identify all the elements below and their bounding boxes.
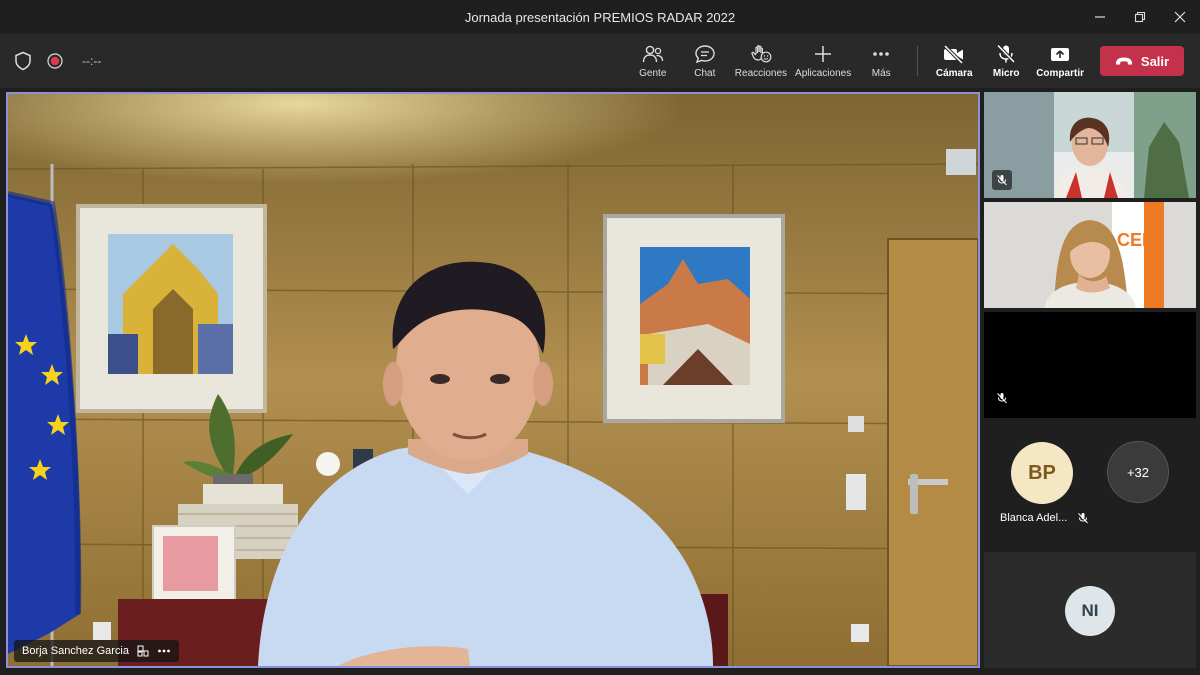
- meeting-timer: --:--: [82, 54, 102, 68]
- mic-off-icon: [997, 393, 1007, 404]
- speaker-video-feed: [8, 94, 978, 666]
- mic-off-icon: [996, 43, 1016, 63]
- toolbar-right: Gente Chat Reacciones Aplicaciones Más C…: [627, 34, 1184, 88]
- title-bar: Jornada presentación PREMIOS RADAR 2022: [0, 0, 1200, 34]
- shield-icon[interactable]: [14, 51, 32, 71]
- participant-name: Blanca Adel...: [1000, 512, 1068, 524]
- share-icon: [1051, 47, 1070, 61]
- camera-off-icon: [943, 44, 964, 64]
- participant-tile[interactable]: CEEI: [984, 202, 1196, 308]
- apps-button[interactable]: Aplicaciones: [791, 34, 855, 88]
- window-controls: [1080, 0, 1200, 34]
- plus-icon: [815, 45, 832, 62]
- window-title: Jornada presentación PREMIOS RADAR 2022: [464, 9, 736, 25]
- reactions-icon: [751, 44, 772, 62]
- recording-icon: [47, 53, 63, 69]
- avatar: NI: [1065, 586, 1115, 636]
- minimize-button[interactable]: [1080, 0, 1120, 34]
- chat-button[interactable]: Chat: [679, 34, 731, 88]
- speaker-name-tag: Borja Sanchez Garcia: [14, 640, 179, 662]
- chat-label: Chat: [694, 67, 716, 79]
- more-participants-button[interactable]: +32: [1107, 441, 1169, 503]
- mic-off-icon: [997, 175, 1007, 186]
- people-icon: [642, 45, 663, 62]
- toolbar-left: --:--: [14, 34, 101, 88]
- hang-up-icon: [1115, 57, 1132, 65]
- reactions-button[interactable]: Reacciones: [731, 34, 791, 88]
- share-label: Compartir: [1036, 67, 1084, 79]
- camera-label: Cámara: [935, 67, 973, 79]
- toolbar-divider: [917, 46, 919, 76]
- more-participants-count: +32: [1126, 464, 1150, 480]
- participant-muted-indicator: [992, 388, 1012, 408]
- restore-icon: [1134, 11, 1146, 23]
- people-button[interactable]: Gente: [627, 34, 679, 88]
- leave-button[interactable]: Salir: [1100, 46, 1184, 76]
- leave-label: Salir: [1140, 53, 1170, 69]
- more-options-icon[interactable]: [157, 645, 171, 657]
- more-button[interactable]: Más: [855, 34, 907, 88]
- meeting-toolbar: --:-- Gente Chat Reacciones Aplicaciones…: [0, 34, 1200, 88]
- mic-off-icon: [1078, 513, 1089, 524]
- participant-tile[interactable]: [984, 312, 1196, 418]
- participant-tile[interactable]: NI: [984, 552, 1196, 668]
- participant-video-feed: CEEI: [984, 202, 1196, 308]
- close-icon: [1174, 11, 1186, 23]
- participant-muted-indicator: [992, 170, 1012, 190]
- speaker-name: Borja Sanchez Garcia: [22, 645, 129, 657]
- close-button[interactable]: [1160, 0, 1200, 34]
- more-icon: [873, 51, 890, 56]
- chat-icon: [695, 44, 715, 63]
- mic-button[interactable]: Micro: [980, 34, 1032, 88]
- reactions-label: Reacciones: [734, 67, 788, 79]
- avatar-initials: BP: [1028, 461, 1056, 484]
- more-label: Más: [871, 67, 891, 79]
- pin-screen-icon[interactable]: [137, 645, 149, 657]
- apps-label: Aplicaciones: [795, 67, 852, 79]
- share-button[interactable]: Compartir: [1032, 34, 1088, 88]
- participant-avatar-row: BP Blanca Adel... +32: [984, 422, 1196, 548]
- people-label: Gente: [639, 67, 667, 79]
- participant-tile[interactable]: [984, 92, 1196, 198]
- svg-text:CEEI: CEEI: [1117, 230, 1159, 250]
- avatar-initials: NI: [1081, 601, 1099, 620]
- restore-button[interactable]: [1120, 0, 1160, 34]
- minimize-icon: [1095, 16, 1105, 18]
- participant-name-row: Blanca Adel...: [1000, 512, 1089, 524]
- avatar[interactable]: BP: [1011, 442, 1073, 504]
- participant-video-feed: [984, 92, 1196, 198]
- main-video[interactable]: Borja Sanchez Garcia: [6, 92, 980, 668]
- mic-label: Micro: [992, 67, 1020, 79]
- camera-button[interactable]: Cámara: [928, 34, 980, 88]
